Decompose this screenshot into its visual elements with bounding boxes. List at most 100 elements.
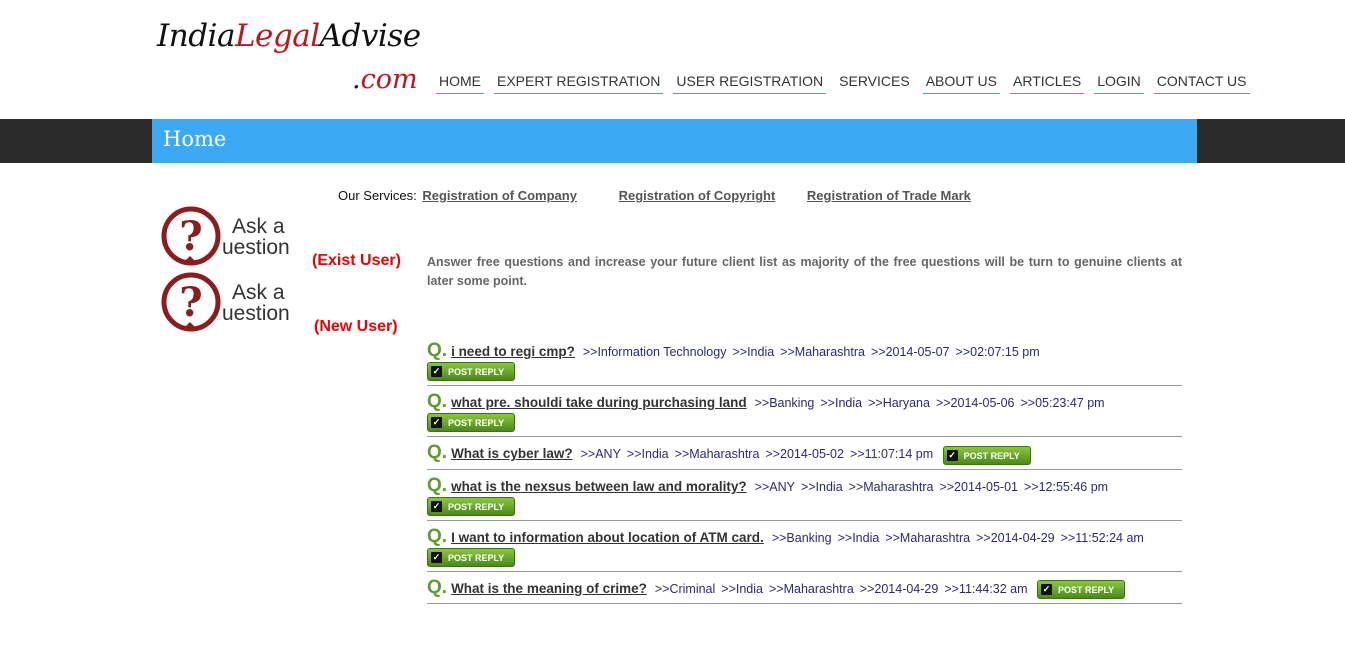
question-item: Q. I want to information about location o… — [427, 521, 1182, 573]
question-country: >>India — [626, 447, 669, 462]
question-time: >>12:55:46 pm — [1024, 479, 1109, 494]
page-title: Home — [163, 127, 227, 151]
question-q-marker: Q. — [427, 340, 448, 361]
question-date: >>2014-05-01 — [939, 479, 1018, 494]
question-title-link[interactable]: What is the meaning of crime? — [451, 581, 647, 596]
services-label: Our Services: — [338, 188, 417, 203]
ask-question-exist-user[interactable]: ? Ask a uestion — [160, 206, 310, 270]
question-category: >>Information Technology — [582, 345, 727, 359]
question-title-link[interactable]: I want to information about location of … — [451, 530, 764, 545]
logo-dot: . — [352, 64, 361, 95]
service-link-company[interactable]: Registration of Company — [422, 188, 577, 203]
nav-user-registration[interactable]: USER REGISTRATION — [673, 73, 827, 94]
post-reply-button[interactable]: ✓ POST REPLY — [427, 413, 515, 433]
question-title-link[interactable]: what pre. shouldi take during purchasing… — [451, 395, 747, 410]
check-icon: ✓ — [431, 366, 442, 378]
question-q-marker: Q. — [427, 577, 448, 599]
question-country: >>India — [800, 479, 843, 494]
check-icon: ✓ — [431, 552, 442, 564]
post-reply-button[interactable]: ✓ POST REPLY — [427, 548, 515, 568]
question-list: Q. i need to regi cmp? >>Information Techn… — [427, 335, 1182, 605]
nav-expert-registration[interactable]: EXPERT REGISTRATION — [494, 73, 664, 94]
question-state: >>Maharashtra — [674, 447, 760, 462]
post-reply-button[interactable]: ✓ POST REPLY — [942, 445, 1031, 465]
exist-user-caption[interactable]: (Exist User) — [312, 252, 401, 270]
check-icon: ✓ — [1040, 584, 1052, 596]
post-reply-label: POST REPLY — [448, 553, 505, 564]
question-item: Q. what is the nexsus between law and mor… — [427, 470, 1182, 521]
question-title-link[interactable]: What is cyber law? — [451, 446, 573, 461]
site-logo[interactable]: IndiaLegalAdvise .com — [157, 18, 421, 95]
question-date: >>2014-05-07 — [870, 345, 950, 359]
new-user-caption[interactable]: (New User) — [314, 318, 398, 336]
post-reply-label: POST REPLY — [448, 418, 505, 429]
post-reply-label: POST REPLY — [448, 501, 505, 512]
post-reply-label: POST REPLY — [448, 367, 505, 378]
svg-text:?: ? — [179, 213, 202, 260]
question-item: Q. What is the meaning of crime? >>Crimina… — [427, 572, 1182, 605]
check-icon: ✓ — [431, 417, 442, 429]
question-title-link[interactable]: what is the nexsus between law and moral… — [451, 479, 747, 494]
question-country: >>India — [820, 396, 863, 411]
nav-home[interactable]: HOME — [436, 73, 484, 94]
post-reply-button[interactable]: ✓ POST REPLY — [427, 362, 515, 382]
question-time: >>11:52:24 am — [1060, 530, 1144, 545]
question-state: >>Maharashtra — [780, 345, 865, 359]
question-date: >>2014-04-29 — [976, 530, 1055, 545]
question-date: >>2014-05-06 — [935, 396, 1015, 411]
check-icon: ✓ — [431, 500, 442, 512]
question-time: >>05:23:47 pm — [1020, 396, 1105, 411]
logo-part-india: India — [157, 18, 235, 54]
question-state: >>Maharashtra — [848, 479, 934, 494]
service-link-trademark[interactable]: Registration of Trade Mark — [807, 188, 971, 203]
logo-part-legal: Legal — [234, 18, 320, 54]
question-q-marker: Q. — [427, 474, 448, 496]
question-date: >>2014-04-29 — [859, 582, 939, 597]
service-link-copyright[interactable]: Registration of Copyright — [619, 188, 776, 203]
question-state: >>Maharashtra — [769, 582, 854, 597]
logo-text: IndiaLegalAdvise — [157, 18, 421, 54]
nav-login[interactable]: LOGIN — [1094, 73, 1144, 94]
question-time: >>02:07:15 pm — [955, 345, 1040, 359]
main-nav: HOME EXPERT REGISTRATION USER REGISTRATI… — [436, 73, 1260, 94]
question-category: >>Criminal — [654, 582, 716, 597]
question-category: >>Banking — [754, 396, 815, 411]
nav-services[interactable]: SERVICES — [836, 73, 913, 94]
question-time: >>11:44:32 am — [944, 582, 1028, 597]
page-title-bar: Home — [152, 119, 1197, 163]
nav-articles[interactable]: ARTICLES — [1010, 73, 1085, 94]
ask-logo-top-text: Ask a — [232, 215, 285, 238]
ask-logo-top-text: Ask a — [232, 281, 285, 304]
post-reply-button[interactable]: ✓ POST REPLY — [427, 496, 515, 516]
post-reply-button[interactable]: ✓ POST REPLY — [1036, 580, 1125, 600]
post-reply-label: POST REPLY — [1057, 585, 1115, 596]
question-country: >>India — [837, 530, 880, 545]
question-item: Q. what pre. shouldi take during purchasi… — [427, 386, 1182, 438]
ask-question-icon: ? Ask a uestion — [161, 272, 290, 332]
ask-logo-bottom-text: uestion — [222, 302, 290, 325]
question-date: >>2014-05-02 — [765, 447, 844, 462]
question-title-link[interactable]: i need to regi cmp? — [451, 344, 575, 359]
question-item: Q. i need to regi cmp? >>Information Techn… — [427, 335, 1182, 387]
nav-contact-us[interactable]: CONTACT US — [1153, 73, 1250, 94]
question-q-marker: Q. — [427, 442, 448, 464]
question-category: >>ANY — [754, 479, 795, 494]
question-q-marker: Q. — [427, 391, 448, 413]
page-title-band: Home — [0, 119, 1345, 163]
logo-com-text: com — [360, 64, 418, 95]
logo-part-advise: Advise — [319, 18, 421, 54]
question-time: >>11:07:14 pm — [849, 447, 934, 462]
ask-question-new-user[interactable]: ? Ask a uestion — [160, 272, 310, 336]
question-state: >>Maharashtra — [885, 530, 971, 545]
intro-text: Answer free questions and increase your … — [427, 255, 1182, 288]
logo-com: .com — [352, 64, 418, 95]
question-category: >>ANY — [580, 447, 621, 462]
question-country: >>India — [721, 582, 763, 597]
question-item: Q. What is cyber law? >>ANY >>India >>Mahara… — [427, 437, 1182, 470]
post-reply-label: POST REPLY — [963, 450, 1020, 461]
question-q-marker: Q. — [427, 525, 448, 547]
nav-about-us[interactable]: ABOUT US — [922, 73, 1000, 94]
question-country: >>India — [732, 345, 775, 359]
ask-question-icon: ? Ask a uestion — [161, 206, 290, 266]
question-state: >>Haryana — [868, 396, 930, 411]
